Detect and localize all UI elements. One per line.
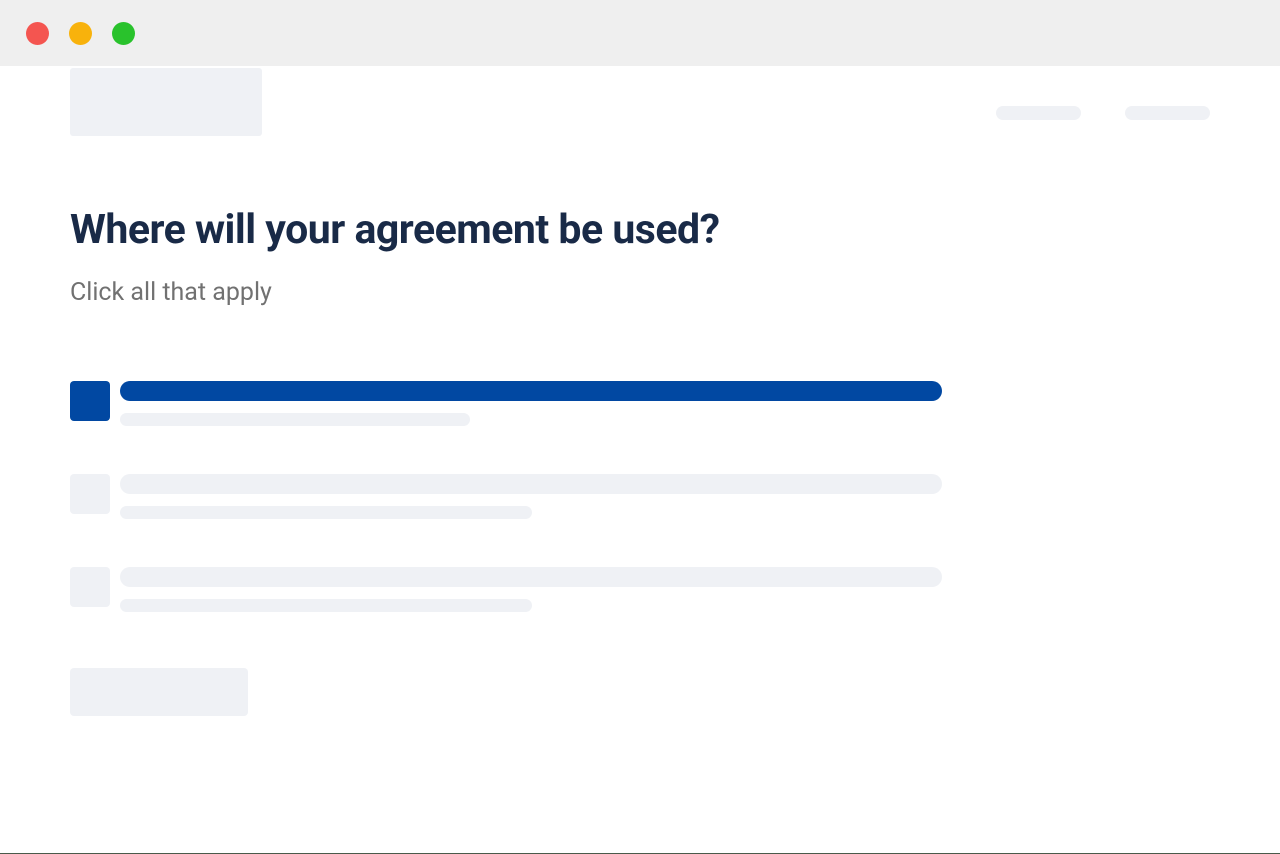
submit-button-placeholder[interactable] (70, 668, 248, 716)
page-title: Where will your agreement be used? (70, 206, 1210, 254)
close-icon[interactable] (26, 22, 49, 45)
nav-link-placeholder[interactable] (996, 106, 1081, 120)
option-text (120, 381, 942, 426)
option-text (120, 567, 942, 612)
checkbox-unchecked[interactable] (70, 474, 110, 514)
app-window: Where will your agreement be used? Click… (0, 0, 1280, 854)
option-label-placeholder (120, 381, 942, 401)
checkbox-unchecked[interactable] (70, 567, 110, 607)
header-row (70, 66, 1210, 136)
option-row[interactable] (70, 381, 1210, 426)
window-title-bar (0, 0, 1280, 66)
nav-items (996, 106, 1210, 120)
checkbox-checked[interactable] (70, 381, 110, 421)
page-content: Where will your agreement be used? Click… (0, 66, 1280, 853)
option-row[interactable] (70, 474, 1210, 519)
option-description-placeholder (120, 413, 470, 426)
minimize-icon[interactable] (69, 22, 92, 45)
options-list (70, 381, 1210, 612)
option-description-placeholder (120, 599, 532, 612)
option-row[interactable] (70, 567, 1210, 612)
option-description-placeholder (120, 506, 532, 519)
option-label-placeholder (120, 474, 942, 494)
page-subtitle: Click all that apply (70, 278, 1210, 307)
option-label-placeholder (120, 567, 942, 587)
option-text (120, 474, 942, 519)
nav-link-placeholder[interactable] (1125, 106, 1210, 120)
logo-placeholder (70, 68, 262, 136)
maximize-icon[interactable] (112, 22, 135, 45)
